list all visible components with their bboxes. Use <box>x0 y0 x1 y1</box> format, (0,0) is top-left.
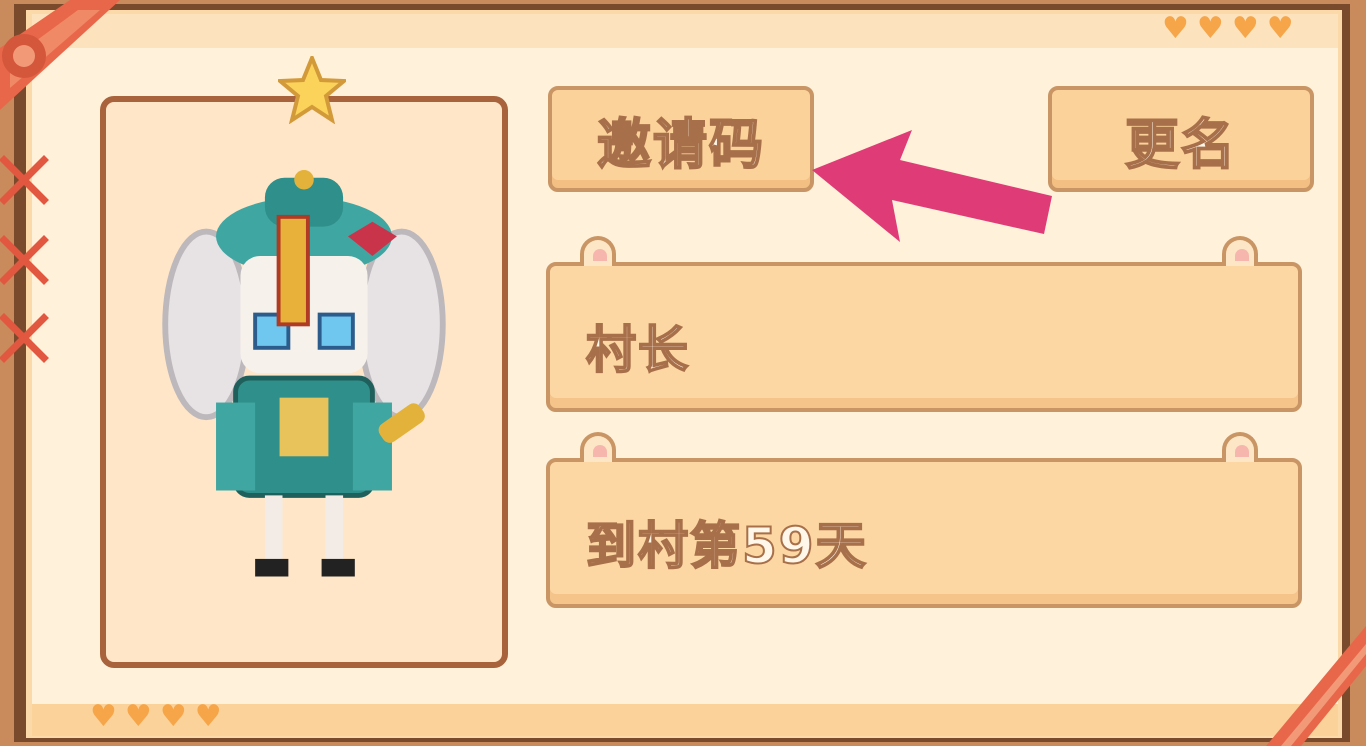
ear-decoration <box>1222 432 1258 462</box>
bottom-band <box>32 704 1338 736</box>
ear-decoration <box>580 236 616 266</box>
days-text: 到村第59天 <box>585 516 868 576</box>
title-field: 村长 <box>546 262 1302 412</box>
heart-icon: ♥ <box>1266 11 1294 46</box>
bow-ribbon-icon <box>1266 626 1366 746</box>
heart-icon: ♥ <box>159 699 187 734</box>
heart-icon: ♥ <box>90 699 117 734</box>
bottom-hearts: ♥ ♥ ♥ ♥ <box>90 702 222 732</box>
heart-icon: ♥ <box>1231 11 1259 46</box>
arrow-pointer-icon <box>812 130 1052 242</box>
heart-icon: ♥ <box>1196 11 1224 46</box>
days-field: 到村第59天 <box>546 458 1302 608</box>
invite-code-button[interactable]: 邀请码 <box>548 86 814 192</box>
avatar-frame <box>100 96 508 668</box>
ear-decoration <box>580 432 616 462</box>
top-hearts: ♥ ♥ ♥ ♥ <box>1162 14 1294 44</box>
rename-button[interactable]: 更名 <box>1048 86 1314 192</box>
heart-icon: ♥ <box>124 699 152 734</box>
heart-icon: ♥ <box>194 699 222 734</box>
rename-label: 更名 <box>1124 112 1237 177</box>
invite-code-label: 邀请码 <box>596 112 765 177</box>
ear-decoration <box>1222 236 1258 266</box>
title-text: 村长 <box>585 320 690 380</box>
stitch-marks <box>0 155 49 363</box>
avatar[interactable] <box>148 168 460 598</box>
star-icon <box>278 56 346 124</box>
heart-icon: ♥ <box>1162 11 1189 46</box>
top-band <box>32 14 1338 48</box>
